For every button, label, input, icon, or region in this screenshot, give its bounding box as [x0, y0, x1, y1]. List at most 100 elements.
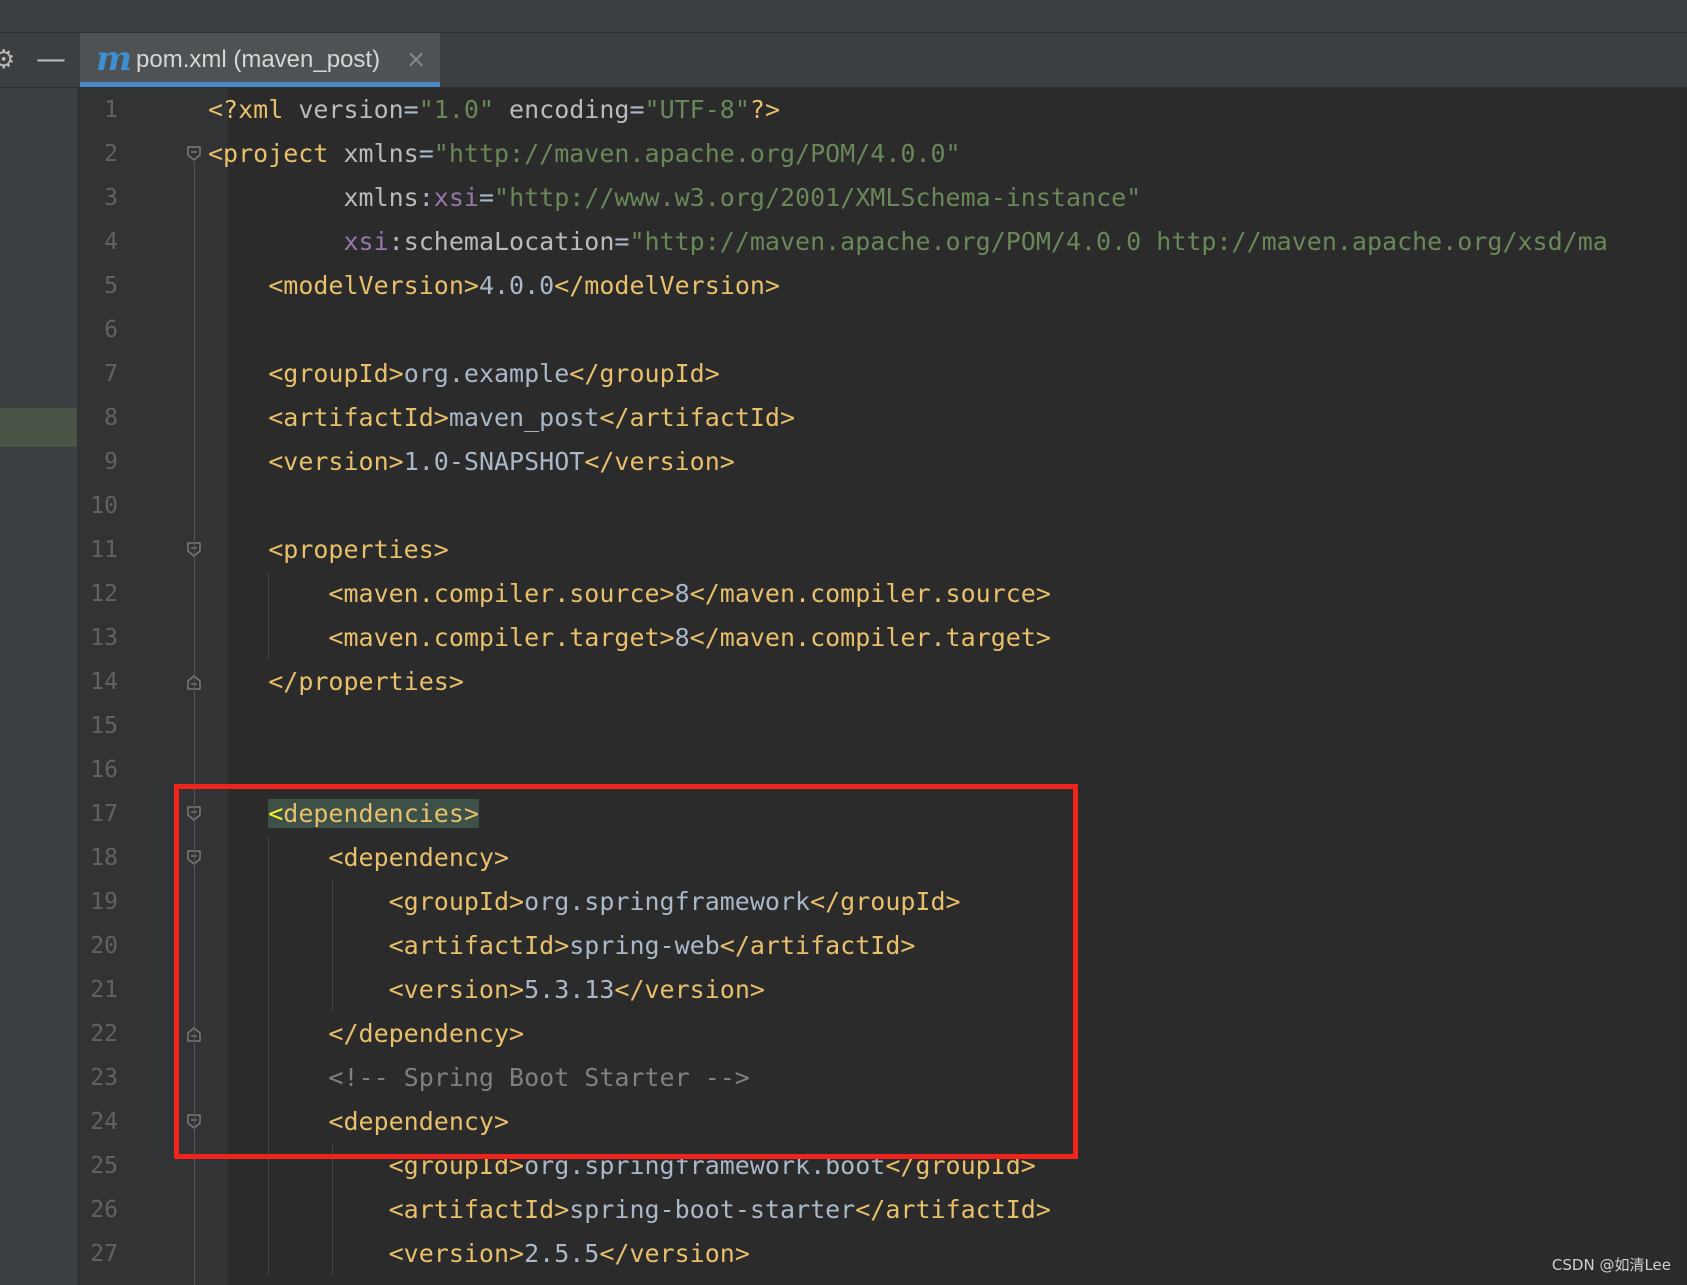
- code-line[interactable]: <properties>: [208, 528, 449, 572]
- code-line[interactable]: <?xml version="1.0" encoding="UTF-8"?>: [208, 88, 780, 132]
- gear-icon[interactable]: ⚙: [0, 33, 15, 87]
- line-number: 6: [104, 317, 118, 343]
- line-number: 19: [90, 889, 118, 915]
- code-token: 1.0-SNAPSHOT: [403, 447, 585, 476]
- fold-start-icon[interactable]: [186, 146, 202, 162]
- code-token: <artifactId>: [388, 1195, 570, 1224]
- code-token: =: [614, 227, 630, 256]
- sidebar-selection-marker: [0, 408, 77, 447]
- editor-tab-bar: ⚙ — m pom.xml (maven_post) ×: [0, 33, 1687, 88]
- code-token: <version>: [388, 1239, 525, 1268]
- code-token: :: [418, 183, 434, 212]
- code-token: <artifactId>: [268, 403, 449, 432]
- code-token: encoding: [494, 95, 630, 124]
- code-token: </version>: [599, 1239, 750, 1268]
- maven-m-icon: m: [96, 39, 132, 79]
- code-token: version: [298, 95, 404, 124]
- code-token: =: [478, 183, 495, 212]
- line-number: 5: [104, 273, 118, 299]
- code-token: <project: [208, 139, 344, 168]
- minus-icon[interactable]: —: [36, 33, 66, 87]
- code-line[interactable]: <project xmlns="http://maven.apache.org/…: [208, 132, 961, 176]
- code-token: 8: [674, 623, 690, 652]
- code-token: </maven.compiler.target>: [689, 623, 1051, 652]
- code-token: ?>: [749, 95, 780, 124]
- code-token: <groupId>: [268, 359, 404, 388]
- code-token: =: [629, 95, 645, 124]
- indent-guide: [332, 1144, 333, 1276]
- code-token: <?xml: [208, 95, 299, 124]
- code-token: "UTF-8": [644, 95, 750, 124]
- code-token: 4.0.0: [478, 271, 555, 300]
- close-icon[interactable]: ×: [406, 33, 426, 85]
- line-number: 4: [104, 229, 118, 255]
- code-line[interactable]: xmlns:xsi="http://www.w3.org/2001/XMLSch…: [208, 176, 1141, 220]
- line-number: 20: [90, 933, 118, 959]
- line-number: 26: [90, 1197, 118, 1223]
- code-line[interactable]: <maven.compiler.target>8</maven.compiler…: [208, 616, 1051, 660]
- code-token: <modelVersion>: [268, 271, 479, 300]
- line-number: 11: [90, 537, 118, 563]
- code-token: <version>: [268, 447, 404, 476]
- code-line[interactable]: <version>1.0-SNAPSHOT</version>: [208, 440, 735, 484]
- line-number: 25: [90, 1153, 118, 1179]
- code-token: 8: [674, 579, 690, 608]
- tool-window-sidebar: [0, 88, 78, 1285]
- annotation-highlight-box: [174, 784, 1078, 1159]
- line-number: 21: [90, 977, 118, 1003]
- code-token: :: [388, 227, 404, 256]
- line-number: 7: [104, 361, 118, 387]
- line-number: 13: [90, 625, 118, 651]
- line-number: 10: [90, 493, 118, 519]
- code-token: "1.0": [418, 95, 494, 124]
- code-line[interactable]: <version>2.5.5</version>: [208, 1232, 750, 1276]
- code-token: xsi: [343, 227, 389, 256]
- code-token: org.example: [403, 359, 570, 388]
- code-token: </groupId>: [569, 359, 720, 388]
- code-token: <properties>: [268, 535, 449, 564]
- active-tab-indicator: [80, 82, 440, 87]
- line-number: 15: [90, 713, 118, 739]
- line-number: 1: [104, 97, 118, 123]
- code-token: "http://maven.apache.org/POM/4.0.0": [433, 139, 961, 168]
- code-token: </properties>: [268, 667, 464, 696]
- code-line[interactable]: <artifactId>maven_post</artifactId>: [208, 396, 795, 440]
- code-line[interactable]: </properties>: [208, 660, 464, 704]
- code-line[interactable]: <artifactId>spring-boot-starter</artifac…: [208, 1188, 1051, 1232]
- line-number: 23: [90, 1065, 118, 1091]
- code-line[interactable]: <modelVersion>4.0.0</modelVersion>: [208, 264, 780, 308]
- line-number: 18: [90, 845, 118, 871]
- watermark: CSDN @如清Lee: [1551, 1256, 1671, 1274]
- code-token: <maven.compiler.source>: [328, 579, 675, 608]
- code-token: xsi: [433, 183, 479, 212]
- tab-pom-xml[interactable]: m pom.xml (maven_post) ×: [80, 33, 440, 87]
- code-token: spring-boot-starter: [569, 1195, 856, 1224]
- code-token: =: [418, 139, 434, 168]
- code-token: "http://maven.apache.org/POM/4.0.0 http:…: [629, 227, 1608, 256]
- code-line[interactable]: xsi:schemaLocation="http://maven.apache.…: [208, 220, 1608, 264]
- code-token: </version>: [584, 447, 735, 476]
- window-top-strip: [0, 0, 1687, 33]
- code-token: xmlns: [343, 183, 419, 212]
- tab-label: pom.xml (maven_post): [136, 46, 381, 73]
- code-line[interactable]: <groupId>org.example</groupId>: [208, 352, 720, 396]
- code-line[interactable]: <maven.compiler.source>8</maven.compiler…: [208, 572, 1050, 616]
- line-number: 9: [104, 449, 118, 475]
- code-token: "http://www.w3.org/2001/XMLSchema-instan…: [494, 183, 1142, 212]
- code-token: </modelVersion>: [554, 271, 780, 300]
- code-token: </artifactId>: [855, 1195, 1051, 1224]
- line-number: 16: [90, 757, 118, 783]
- code-token: <maven.compiler.target>: [328, 623, 675, 652]
- code-token: maven_post: [448, 403, 600, 432]
- code-token: =: [403, 95, 419, 124]
